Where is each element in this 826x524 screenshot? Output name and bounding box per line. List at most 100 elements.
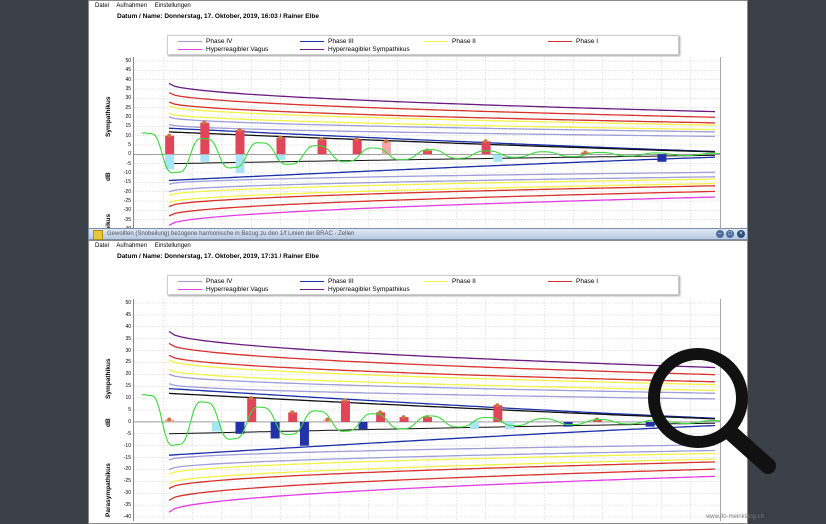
y-tick-label: 45 [125,67,131,74]
legend-swatch [178,48,202,51]
legend-label: Phase II [452,38,476,45]
bar [270,421,280,439]
legend-label: Phase III [328,278,354,285]
bar [340,400,350,422]
bar-marker [237,128,242,133]
bar-marker [354,137,359,142]
curve-sympathikus [168,330,716,369]
y-tick-label: 15 [125,123,131,130]
legend-item-phase1: Phase I [548,278,598,285]
bar [200,154,210,162]
legend-swatch [300,280,324,283]
bar-marker [483,139,488,144]
y-tick-label: -5 [126,430,131,437]
curve-phase3-lower [168,424,716,456]
date-name-header: Datum / Name: Donnerstag, 17. Oktober, 2… [117,253,319,260]
bar-marker [342,398,347,403]
analysis-window-1: Datei Aufnahmen Einstellungen Datum / Na… [88,0,748,232]
y-tick-label: -35 [123,216,131,223]
y-tick-label: -30 [123,490,131,497]
y-tick-label: -10 [123,442,131,449]
window-controls: – □ × [715,229,745,239]
legend-item-phase2: Phase II [424,278,476,285]
menu-bar: Datei Aufnahmen Einstellungen [95,243,197,249]
legend-swatch [424,280,448,283]
y-tick-label: 0 [128,418,131,425]
ylabel-parasympathikus: Parasympathikus [105,463,112,517]
legend: Phase IV Phase III Phase II Phase I Hype… [167,35,679,55]
menu-einstellungen[interactable]: Einstellungen [155,243,191,249]
bar [657,154,667,162]
bar-marker [383,139,388,144]
y-tick-label: -10 [123,170,131,176]
y-tick-label: 15 [125,383,131,390]
close-icon[interactable]: × [737,230,745,238]
y-tick-label: 50 [125,300,131,306]
y-tick-label: -35 [123,502,131,509]
window-title: Gewollten (Snobeilung) bezogene harmonis… [107,231,355,237]
y-tick-label: -15 [123,454,131,461]
y-tick-label: -25 [123,198,131,204]
legend-label: Phase I [576,38,599,45]
bar [235,130,245,155]
y-axis-ticks: 50 45 40 35 30 25 20 15 10 5 0 -5 -10 -15 -20 -25 -30 -35… [117,299,131,521]
legend-swatch [178,288,202,291]
bar [352,139,362,155]
y-axis-ticks: 50 45 40 35 30 25 20 15 10 5 0 -5 -10 -15 -20 -25 -30 -35… [117,57,131,231]
y-tick-label: -15 [123,179,131,186]
legend-label: Phase II [452,278,476,285]
legend-label: Phase IV [206,38,233,45]
legend: Phase IV Phase III Phase II Phase I Hype… [167,275,679,295]
legend-swatch [300,40,324,43]
minimize-icon[interactable]: – [715,230,724,238]
bar-marker [167,133,172,138]
ylabel-db: dB [105,418,112,427]
legend-item-phase1: Phase I [548,38,598,45]
bar [481,141,491,155]
maximize-icon[interactable]: □ [726,230,735,238]
bar-marker [495,403,500,408]
legend-item-phase4: Phase IV [178,38,232,45]
menu-datei[interactable]: Datei [95,243,109,249]
legend-swatch [424,40,448,43]
menu-aufnahmen[interactable]: Aufnahmen [116,243,147,249]
curve-vagus [168,475,716,513]
y-tick-label: 0 [128,151,131,158]
watermark: www.ifo-meinklang.ch [705,514,764,520]
y-tick-label: -5 [126,160,131,167]
chart-2 [134,299,720,521]
legend-item-vagus: Hyperreagibler Vagus [178,286,268,293]
y-tick-label: -20 [123,466,131,473]
bar-marker [325,417,330,422]
ylabel-sympathikus: Sympathikus [105,96,112,137]
y-tick-label: 5 [128,142,131,148]
legend-item-phase3: Phase III [300,38,354,45]
legend-label: Hyperreagibler Vagus [206,286,269,293]
y-tick-label: 40 [125,76,131,83]
app-icon [93,230,103,240]
legend-swatch [300,48,324,51]
menu-datei[interactable]: Datei [95,3,109,9]
y-tick-label: -40 [123,514,131,520]
legend-item-phase3: Phase III [300,278,354,285]
background-left-panel [0,0,88,524]
menu-bar: Datei Aufnahmen Einstellungen [95,3,197,9]
bar-marker [278,135,283,140]
y-tick-label: 30 [125,347,131,354]
bar-marker [401,415,406,420]
legend-item-phase4: Phase IV [178,278,232,285]
menu-aufnahmen[interactable]: Aufnahmen [116,3,147,9]
y-tick-label: 40 [125,323,131,330]
chart-1 [134,57,720,231]
bar-marker [202,120,207,125]
window-2-titlebar: Gewollten (Snobeilung) bezogene harmonis… [88,228,748,240]
legend-swatch [178,40,202,43]
legend-label: Phase III [328,38,354,45]
y-tick-label: 35 [125,335,131,342]
legend-label: Phase IV [206,278,233,285]
legend-item-sympathikus: Hyperreagibler Sympathikus [300,46,410,53]
legend-label: Hyperreagibler Sympathikus [328,286,410,293]
y-tick-label: 50 [125,58,131,64]
menu-einstellungen[interactable]: Einstellungen [155,3,191,9]
legend-item-vagus: Hyperreagibler Vagus [178,46,268,53]
